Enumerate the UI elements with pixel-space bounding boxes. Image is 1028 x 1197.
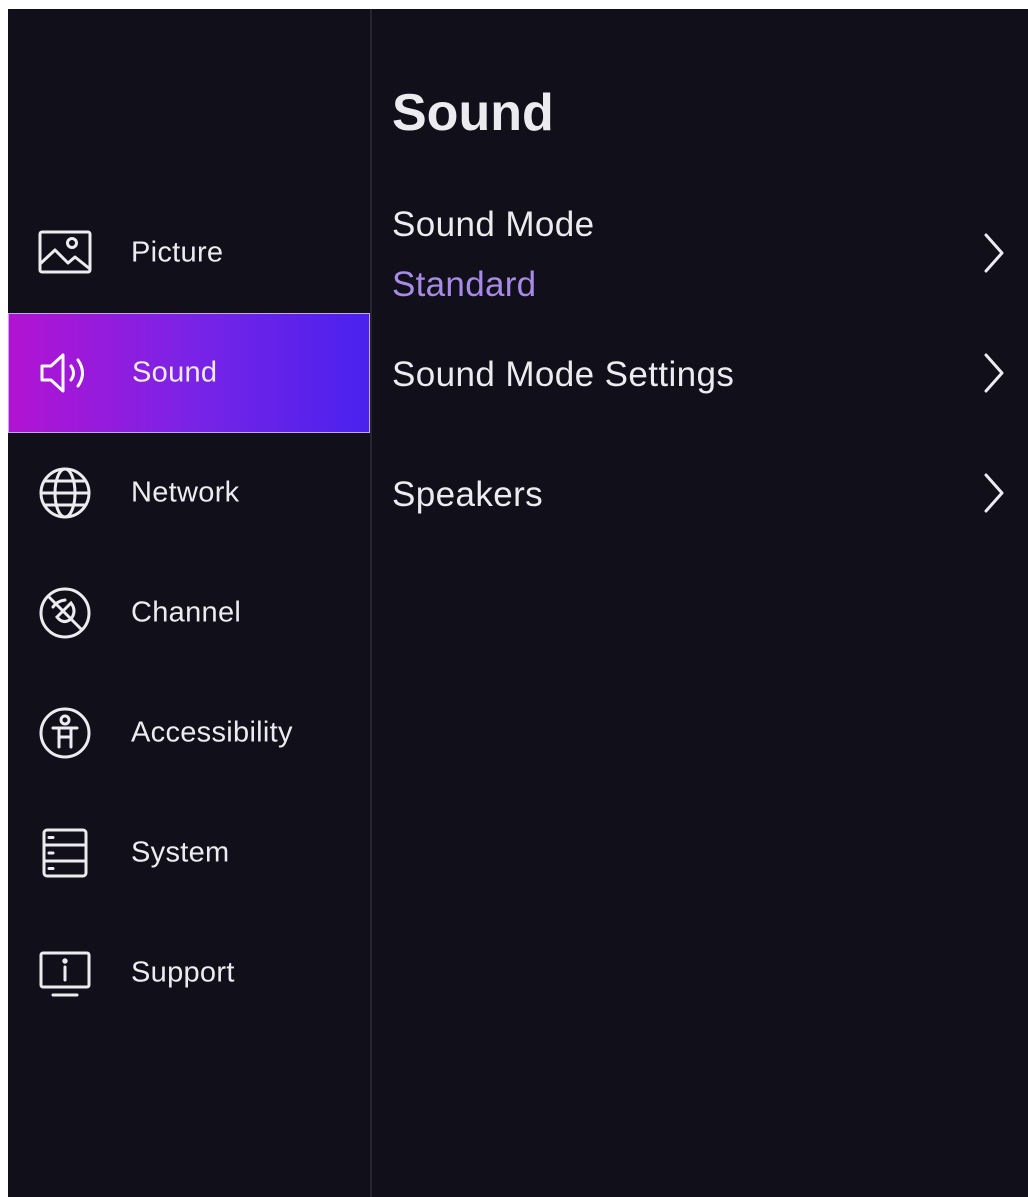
sidebar-item-picture[interactable]: Picture xyxy=(8,193,370,313)
menu-item-sound-mode[interactable]: Sound Mode Standard xyxy=(372,193,1028,313)
chevron-right-icon xyxy=(978,351,1008,395)
support-icon xyxy=(35,943,95,1003)
tv-settings-screen: Picture Sound Network Channel Accessibil… xyxy=(8,9,1028,1197)
sidebar: Picture Sound Network Channel Accessibil… xyxy=(8,9,370,1197)
sidebar-item-system[interactable]: System xyxy=(8,793,370,913)
sidebar-item-channel[interactable]: Channel xyxy=(8,553,370,673)
page-title: Sound xyxy=(392,84,554,142)
sidebar-item-accessibility[interactable]: Accessibility xyxy=(8,673,370,793)
sidebar-item-network[interactable]: Network xyxy=(8,433,370,553)
menu-item-label: Sound Mode Settings xyxy=(392,355,735,394)
system-icon xyxy=(35,823,95,883)
accessibility-icon xyxy=(35,703,95,763)
menu-item-sound-mode-settings[interactable]: Sound Mode Settings xyxy=(372,313,1028,433)
globe-icon xyxy=(35,463,95,523)
sidebar-item-label: Accessibility xyxy=(131,716,293,749)
sidebar-item-label: Sound xyxy=(132,356,218,389)
chevron-right-icon xyxy=(978,471,1008,515)
picture-icon xyxy=(35,223,95,283)
sidebar-item-label: Picture xyxy=(131,236,224,269)
sidebar-item-label: Support xyxy=(131,956,235,989)
sidebar-item-label: System xyxy=(131,836,230,869)
sidebar-item-support[interactable]: Support xyxy=(8,913,370,1033)
sidebar-item-label: Network xyxy=(131,476,240,509)
menu-item-label: Speakers xyxy=(392,475,544,514)
menu-item-value: Standard xyxy=(392,265,537,304)
channel-icon xyxy=(35,583,95,643)
chevron-right-icon xyxy=(978,231,1008,275)
menu-item-label: Sound Mode xyxy=(392,205,595,244)
sidebar-item-sound[interactable]: Sound xyxy=(8,313,370,433)
menu-item-speakers[interactable]: Speakers xyxy=(372,433,1028,553)
speaker-icon xyxy=(36,343,96,403)
sidebar-item-label: Channel xyxy=(131,596,242,629)
main-panel: Sound Sound Mode Standard Sound Mode Set… xyxy=(372,9,1028,1197)
